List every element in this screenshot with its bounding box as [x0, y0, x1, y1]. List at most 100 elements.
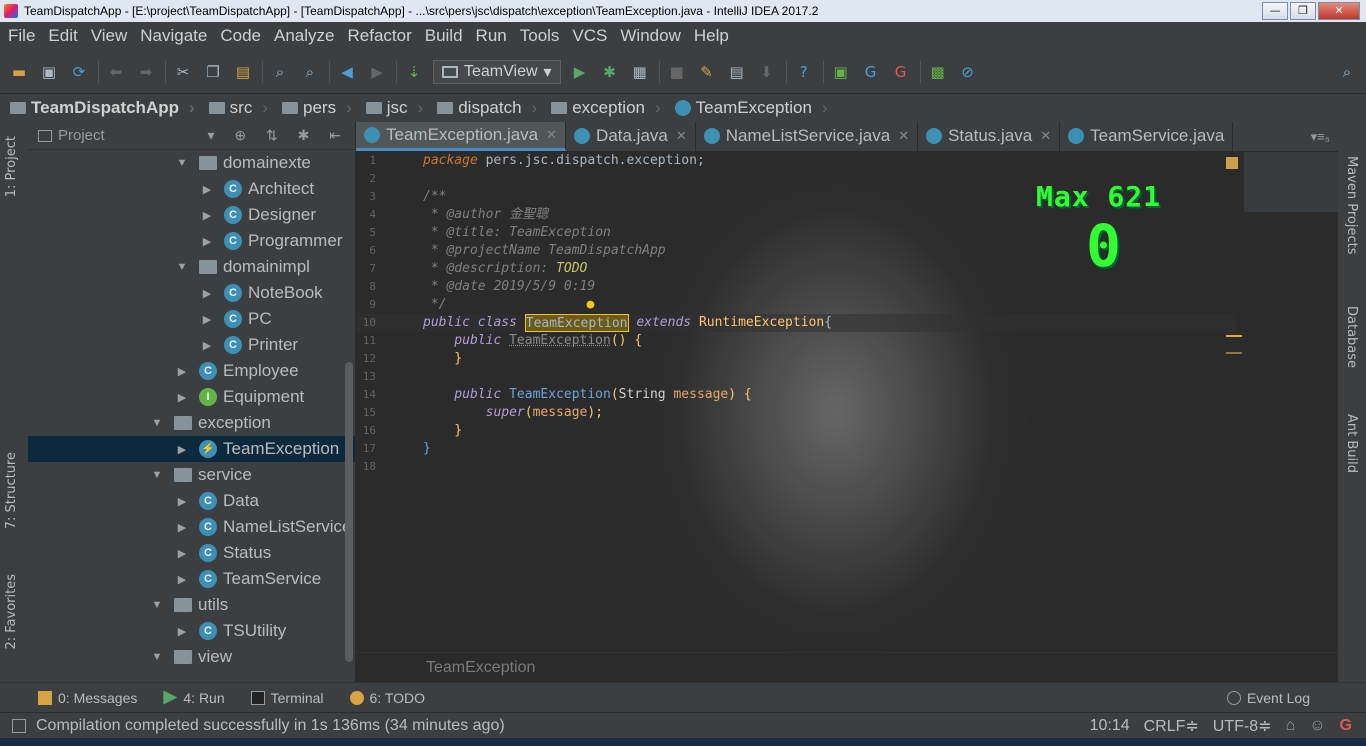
tab-status[interactable]: Status.java ✕	[918, 122, 1061, 151]
breadcrumb-jsc[interactable]: jsc ›	[365, 98, 423, 118]
lightbulb-icon[interactable]: ●	[586, 296, 594, 314]
power-save-icon[interactable]: ⊘	[957, 61, 979, 83]
project-panel-tools[interactable]: ▾ ⊕ ⇅ ✱ ⇤	[207, 127, 349, 144]
project-structure-icon[interactable]: ▤	[726, 61, 748, 83]
expanded-arrow-icon[interactable]: ▼	[150, 651, 164, 663]
breadcrumb-pers[interactable]: pers ›	[282, 98, 352, 118]
help-icon[interactable]: ?	[793, 61, 815, 83]
menu-file[interactable]: File	[4, 26, 44, 46]
close-icon[interactable]: ✕	[1040, 128, 1051, 144]
close-button[interactable]: ✕	[1318, 2, 1360, 20]
find-icon[interactable]: ⌕	[269, 61, 291, 83]
menu-vcs[interactable]: VCS	[568, 26, 616, 46]
tree-item-employee[interactable]: ▶ C Employee	[28, 358, 355, 384]
menu-view[interactable]: View	[87, 26, 137, 46]
sync-icon[interactable]: ⟳	[68, 61, 90, 83]
breadcrumb-dispatch[interactable]: dispatch ›	[437, 98, 537, 118]
open-folder-icon[interactable]: ▬	[8, 61, 30, 83]
expanded-arrow-icon[interactable]: ▼	[150, 599, 164, 611]
tool-terminal[interactable]: Terminal	[250, 690, 324, 706]
collapsed-arrow-icon[interactable]: ▶	[175, 547, 189, 560]
menu-build[interactable]: Build	[421, 26, 472, 46]
coverage-icon[interactable]: ▦	[629, 61, 651, 83]
run-icon[interactable]: ▶	[569, 61, 591, 83]
tab-team-service[interactable]: TeamService.java	[1060, 122, 1234, 151]
copy-icon[interactable]: ❐	[202, 61, 224, 83]
menu-run[interactable]: Run	[472, 26, 516, 46]
make-project-icon[interactable]: ⇣	[403, 61, 425, 83]
tree-item-namelistservice[interactable]: ▶ C NameListService	[28, 514, 355, 540]
tree-item-teamservice[interactable]: ▶ C TeamService	[28, 566, 355, 592]
menu-analyze[interactable]: Analyze	[270, 26, 343, 46]
tree-item-status[interactable]: ▶ C Status	[28, 540, 355, 566]
breadcrumb-project[interactable]: TeamDispatchApp ›	[10, 98, 195, 118]
tab-name-list-service[interactable]: NameListService.java ✕	[696, 122, 919, 151]
tab-database[interactable]: Database	[1344, 306, 1359, 368]
tree-item-domainimpl[interactable]: ▼ domainimpl	[28, 254, 355, 280]
lock-icon[interactable]: ⌂	[1286, 717, 1296, 735]
tree-item-teamexception[interactable]: ▶ ⚡ TeamException	[28, 436, 355, 462]
toggle-tool-buttons-icon[interactable]	[12, 718, 26, 733]
close-icon[interactable]: ✕	[676, 128, 687, 144]
collapsed-arrow-icon[interactable]: ▶	[175, 365, 189, 378]
cut-icon[interactable]: ✂	[172, 61, 194, 83]
tab-team-exception[interactable]: TeamException.java ✕	[356, 122, 567, 151]
expanded-arrow-icon[interactable]: ▼	[150, 469, 164, 481]
line-separator[interactable]: CRLF≑	[1144, 716, 1199, 736]
collapsed-arrow-icon[interactable]: ▶	[175, 521, 189, 534]
collapsed-arrow-icon[interactable]: ▶	[200, 183, 214, 196]
collapsed-arrow-icon[interactable]: ▶	[175, 495, 189, 508]
error-stripe-mark[interactable]	[1226, 352, 1242, 354]
tree-item-designer[interactable]: ▶ C Designer	[28, 202, 355, 228]
expanded-arrow-icon[interactable]: ▼	[150, 417, 164, 429]
tab-favorites-tool[interactable]: 2: Favorites	[4, 574, 19, 650]
minimize-button[interactable]: —	[1262, 2, 1288, 20]
menu-help[interactable]: Help	[690, 26, 738, 46]
collapsed-arrow-icon[interactable]: ▶	[200, 209, 214, 222]
collapsed-arrow-icon[interactable]: ▶	[200, 235, 214, 248]
save-icon[interactable]: ▣	[38, 61, 60, 83]
maximize-button[interactable]: ❐	[1290, 2, 1316, 20]
collapsed-arrow-icon[interactable]: ▶	[175, 443, 189, 456]
menu-navigate[interactable]: Navigate	[136, 26, 216, 46]
back-icon[interactable]: ⬅	[105, 61, 127, 83]
close-icon[interactable]: ✕	[546, 127, 557, 143]
collapsed-arrow-icon[interactable]: ▶	[200, 287, 214, 300]
replace-icon[interactable]: ⌕	[299, 61, 321, 83]
project-scrollbar[interactable]	[345, 362, 353, 662]
forward-icon[interactable]: ➡	[135, 61, 157, 83]
tree-item-tsutility[interactable]: ▶ C TSUtility	[28, 618, 355, 644]
expanded-arrow-icon[interactable]: ▼	[175, 261, 189, 273]
hector-icon[interactable]: ☺	[1309, 717, 1325, 735]
navigate-forward-icon[interactable]: ▶	[366, 61, 388, 83]
tree-item-programmer[interactable]: ▶ C Programmer	[28, 228, 355, 254]
tree-item-utils[interactable]: ▼ utils	[28, 592, 355, 618]
code-minimap[interactable]	[1244, 152, 1338, 212]
collapsed-arrow-icon[interactable]: ▶	[175, 573, 189, 586]
collapsed-arrow-icon[interactable]: ▶	[200, 339, 214, 352]
statistic-icon[interactable]: ▩	[927, 61, 949, 83]
tool-event-log[interactable]: Event Log	[1226, 690, 1310, 706]
sdk-download-icon[interactable]: ⬇	[756, 61, 778, 83]
collapsed-arrow-icon[interactable]: ▶	[175, 391, 189, 404]
settings-wrench-icon[interactable]: ✎	[696, 61, 718, 83]
tabs-more-button[interactable]: ▾≡₅	[1311, 129, 1330, 145]
menu-code[interactable]: Code	[216, 26, 270, 46]
collapsed-arrow-icon[interactable]: ▶	[200, 313, 214, 326]
plugin-icon[interactable]: ▣	[830, 61, 852, 83]
tree-item-equipment[interactable]: ▶ I Equipment	[28, 384, 355, 410]
tab-maven-projects[interactable]: Maven Projects	[1344, 156, 1359, 255]
caret-position[interactable]: 10:14	[1090, 717, 1130, 735]
debug-icon[interactable]: ✱	[599, 61, 621, 83]
tab-ant-build[interactable]: Ant Build	[1344, 414, 1359, 473]
project-panel-title[interactable]: Project	[58, 127, 105, 144]
menu-edit[interactable]: Edit	[44, 26, 86, 46]
tab-project-tool[interactable]: 1: Project	[4, 136, 19, 197]
breadcrumb-src[interactable]: src ›	[208, 98, 268, 118]
tree-item-exception[interactable]: ▼ exception	[28, 410, 355, 436]
tree-item-notebook[interactable]: ▶ C NoteBook	[28, 280, 355, 306]
tree-item-data[interactable]: ▶ C Data	[28, 488, 355, 514]
tree-item-view[interactable]: ▼ view	[28, 644, 355, 670]
breadcrumb-current[interactable]: TeamException ›	[674, 98, 828, 118]
run-config-select[interactable]: TeamView ▾	[433, 59, 561, 84]
